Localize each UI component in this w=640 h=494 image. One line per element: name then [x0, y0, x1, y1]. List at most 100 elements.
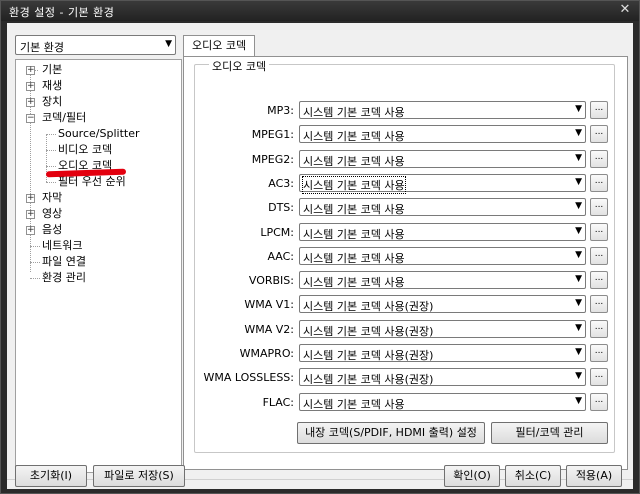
codec-dropdown-value: 시스템 기본 코덱 사용(권장)	[303, 373, 434, 386]
chevron-down-icon: ▼	[575, 128, 582, 138]
tree-item-network[interactable]: 네트워크	[42, 238, 82, 254]
chevron-down-icon: ▼	[575, 371, 582, 381]
tree-expand-icon[interactable]: +	[26, 82, 35, 91]
chevron-down-icon: ▼	[575, 347, 582, 357]
codec-label: AAC:	[267, 250, 294, 263]
tree-item-video-codec[interactable]: 비디오 코덱	[58, 142, 112, 158]
chevron-down-icon: ▼	[575, 201, 582, 211]
codec-dropdown-value: 시스템 기본 코덱 사용	[303, 106, 405, 119]
tree-collapse-icon[interactable]: −	[26, 114, 35, 123]
codec-dropdown-value: 시스템 기본 코덱 사용	[303, 252, 405, 265]
codec-dropdown[interactable]: 시스템 기본 코덱 사용 ▼	[299, 150, 586, 168]
tree-expand-icon[interactable]: +	[26, 226, 35, 235]
chevron-down-icon: ▼	[575, 396, 582, 406]
codec-label: WMA V1:	[244, 298, 294, 311]
ok-button[interactable]: 확인(O)	[444, 465, 500, 487]
chevron-down-icon: ▼	[575, 177, 582, 187]
codec-label: WMA LOSSLESS:	[203, 371, 295, 384]
tree-item-file-association[interactable]: 파일 연결	[42, 254, 86, 270]
tree-item-config-manage[interactable]: 환경 관리	[42, 270, 86, 286]
title-bar[interactable]: 환경 설정 - 기본 환경 ✕	[1, 1, 639, 21]
codec-dropdown[interactable]: 시스템 기본 코덱 사용(권장) ▼	[299, 368, 586, 386]
codec-options-button[interactable]: ...	[590, 150, 608, 168]
cancel-button[interactable]: 취소(C)	[505, 465, 561, 487]
chevron-down-icon: ▼	[575, 298, 582, 308]
tree-item-video[interactable]: 영상	[42, 206, 62, 222]
tree-item-codec-filter[interactable]: 코덱/필터	[42, 110, 86, 126]
codec-dropdown-value: 시스템 기본 코덱 사용	[302, 176, 406, 194]
chevron-down-icon: ▼	[575, 250, 582, 260]
tree-expand-icon[interactable]: +	[26, 66, 35, 75]
tree-item-basic[interactable]: 기본	[42, 62, 62, 78]
tree-expand-icon[interactable]: +	[26, 98, 35, 107]
tree-guide-line	[30, 246, 40, 247]
tree-item-device[interactable]: 장치	[42, 94, 62, 110]
codec-label: LPCM:	[260, 226, 294, 239]
apply-button[interactable]: 적용(A)	[566, 465, 622, 487]
codec-dropdown-value: 시스템 기본 코덱 사용	[303, 228, 405, 241]
category-dropdown-value: 기본 환경	[20, 41, 64, 54]
codec-options-button[interactable]: ...	[590, 198, 608, 216]
close-icon[interactable]: ✕	[617, 2, 633, 18]
codec-options-button[interactable]: ...	[590, 271, 608, 289]
codec-options-button[interactable]: ...	[590, 247, 608, 265]
settings-tree[interactable]: + 기본 + 재생 + 장치 − 코덱/필터 Source/Splitter 비…	[15, 59, 182, 473]
codec-dropdown[interactable]: 시스템 기본 코덱 사용 ▼	[299, 393, 586, 411]
tree-item-source-splitter[interactable]: Source/Splitter	[58, 126, 139, 142]
codec-label: AC3:	[268, 177, 294, 190]
settings-window: 환경 설정 - 기본 환경 ✕ 기본 환경 ▼ + 기본 + 재생 + 장치 −…	[0, 0, 640, 494]
reset-button[interactable]: 초기화(I)	[15, 465, 87, 487]
filter-codec-manage-button[interactable]: 필터/코덱 관리	[491, 422, 608, 444]
codec-options-button[interactable]: ...	[590, 393, 608, 411]
tree-expand-icon[interactable]: +	[26, 194, 35, 203]
tree-guide-line	[46, 166, 56, 167]
tree-guide-line	[30, 262, 40, 263]
codec-dropdown-value: 시스템 기본 코덱 사용(권장)	[303, 349, 434, 362]
tree-guide-line	[30, 278, 40, 279]
tree-item-subtitle[interactable]: 자막	[42, 190, 62, 206]
codec-options-button[interactable]: ...	[590, 101, 608, 119]
codec-options-button[interactable]: ...	[590, 295, 608, 313]
codec-dropdown-value: 시스템 기본 코덱 사용(권장)	[303, 300, 434, 313]
codec-label: FLAC:	[262, 396, 294, 409]
codec-dropdown[interactable]: 시스템 기본 코덱 사용 ▼	[299, 198, 586, 216]
tree-item-audio[interactable]: 음성	[42, 222, 62, 238]
codec-dropdown[interactable]: 시스템 기본 코덱 사용 ▼	[299, 101, 586, 119]
chevron-down-icon: ▼	[575, 226, 582, 236]
tab-audio-codec[interactable]: 오디오 코덱	[183, 35, 256, 57]
chevron-down-icon: ▼	[575, 323, 582, 333]
save-to-file-button[interactable]: 파일로 저장(S)	[93, 465, 185, 487]
codec-dropdown[interactable]: 시스템 기본 코덱 사용 ▼	[299, 247, 586, 265]
codec-dropdown[interactable]: 시스템 기본 코덱 사용 ▼	[299, 174, 586, 194]
chevron-down-icon: ▼	[575, 104, 582, 114]
codec-dropdown[interactable]: 시스템 기본 코덱 사용(권장) ▼	[299, 320, 586, 338]
codec-label: MPEG2:	[251, 153, 294, 166]
codec-options-button[interactable]: ...	[590, 320, 608, 338]
codec-options-button[interactable]: ...	[590, 368, 608, 386]
chevron-down-icon: ▼	[575, 274, 582, 284]
codec-dropdown[interactable]: 시스템 기본 코덱 사용 ▼	[299, 271, 586, 289]
chevron-down-icon: ▼	[165, 39, 172, 49]
codec-options-button[interactable]: ...	[590, 344, 608, 362]
codec-label: WMAPRO:	[239, 347, 294, 360]
tree-expand-icon[interactable]: +	[26, 210, 35, 219]
codec-options-button[interactable]: ...	[590, 174, 608, 192]
group-title: 오디오 코덱	[209, 58, 270, 74]
codec-dropdown-value: 시스템 기본 코덱 사용	[303, 155, 405, 168]
codec-dropdown-value: 시스템 기본 코덱 사용	[303, 398, 405, 411]
tab-panel: 오디오 코덱 MP3: 시스템 기본 코덱 사용 ▼... MPEG1: 시스템 기본 …	[183, 56, 628, 470]
codec-dropdown-value: 시스템 기본 코덱 사용(권장)	[303, 325, 434, 338]
codec-dropdown[interactable]: 시스템 기본 코덱 사용(권장) ▼	[299, 344, 586, 362]
codec-options-button[interactable]: ...	[590, 125, 608, 143]
codec-dropdown[interactable]: 시스템 기본 코덱 사용 ▼	[299, 125, 586, 143]
codec-options-button[interactable]: ...	[590, 223, 608, 241]
tree-item-playback[interactable]: 재생	[42, 78, 62, 94]
codec-dropdown-value: 시스템 기본 코덱 사용	[303, 203, 405, 216]
category-dropdown[interactable]: 기본 환경 ▼	[15, 35, 176, 55]
codec-dropdown-value: 시스템 기본 코덱 사용	[303, 130, 405, 143]
internal-codec-settings-button[interactable]: 내장 코덱(S/PDIF, HDMI 출력) 설정	[297, 422, 485, 444]
codec-label: MPEG1:	[251, 128, 294, 141]
window-title: 환경 설정 - 기본 환경	[9, 6, 115, 19]
codec-dropdown[interactable]: 시스템 기본 코덱 사용 ▼	[299, 223, 586, 241]
codec-dropdown[interactable]: 시스템 기본 코덱 사용(권장) ▼	[299, 295, 586, 313]
